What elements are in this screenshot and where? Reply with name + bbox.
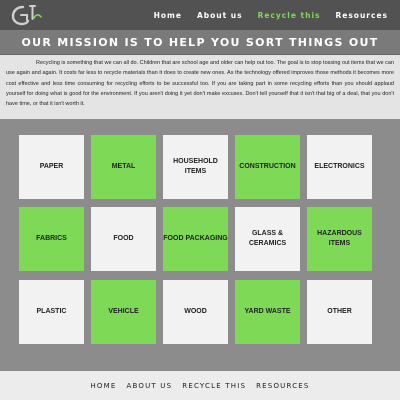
category-tile-metal[interactable]: METAL bbox=[91, 135, 156, 199]
category-label: HOUSEHOLD ITEMS bbox=[173, 158, 218, 175]
footer-about-link[interactable]: ABOUT US bbox=[127, 382, 173, 390]
category-tile-paper[interactable]: PAPER bbox=[19, 135, 84, 199]
mission-banner: OUR MISSION IS TO HELP YOU SORT THINGS O… bbox=[0, 30, 400, 55]
footer-home-link[interactable]: HOME bbox=[90, 382, 116, 390]
category-tile-construction[interactable]: CONSTRUCTION bbox=[235, 135, 300, 199]
category-tile-glass-ceramics[interactable]: GLASS & CERAMICS bbox=[235, 207, 300, 271]
category-label: VEHICLE bbox=[108, 308, 139, 315]
nav-recycle-link[interactable]: Recycle this bbox=[258, 11, 321, 20]
footer-nav: HOME ABOUT US RECYCLE THIS RESOURCES bbox=[0, 371, 400, 400]
footer-recycle-link[interactable]: RECYCLE THIS bbox=[182, 382, 246, 390]
category-tile-electronics[interactable]: ELECTRONICS bbox=[307, 135, 372, 199]
category-label: GLASS & CERAMICS bbox=[248, 230, 287, 247]
nav-home-link[interactable]: Home bbox=[154, 11, 182, 20]
category-label: PAPER bbox=[39, 163, 64, 170]
mission-intro: Recycling is something that we can all d… bbox=[0, 55, 400, 119]
category-label: HAZARDOUS ITEMS bbox=[317, 230, 362, 247]
category-tile-food[interactable]: FOOD bbox=[91, 207, 156, 271]
category-tile-hazardous-items[interactable]: HAZARDOUS ITEMS bbox=[307, 207, 372, 271]
category-label: WOOD bbox=[184, 308, 207, 315]
category-label: ELECTRONICS bbox=[314, 163, 365, 170]
category-label: PLASTIC bbox=[36, 308, 67, 315]
category-label: FABRICS bbox=[36, 235, 67, 242]
category-tile-fabrics[interactable]: FABRICS bbox=[19, 207, 84, 271]
category-label: CONSTRUCTION bbox=[239, 163, 296, 170]
footer-resources-link[interactable]: RESOURCES bbox=[256, 382, 309, 390]
category-label: YARD WASTE bbox=[244, 308, 291, 315]
main-nav: Home About us Recycle this Resources bbox=[154, 0, 388, 30]
category-tile-food-packaging[interactable]: FOOD PACKAGING bbox=[163, 207, 228, 271]
category-tile-household-items[interactable]: HOUSEHOLD ITEMS bbox=[163, 135, 228, 199]
category-tile-vehicle[interactable]: VEHICLE bbox=[91, 280, 156, 344]
category-label: FOOD PACKAGING bbox=[163, 235, 228, 242]
category-label: METAL bbox=[111, 163, 136, 170]
mission-title: OUR MISSION IS TO HELP YOU SORT THINGS O… bbox=[21, 35, 379, 49]
nav-about-link[interactable]: About us bbox=[197, 11, 243, 20]
mission-text: Recycling is something that we can all d… bbox=[6, 60, 394, 108]
site-logo[interactable] bbox=[10, 2, 44, 28]
category-tile-wood[interactable]: WOOD bbox=[163, 280, 228, 344]
nav-resources-link[interactable]: Resources bbox=[335, 11, 388, 20]
category-tile-plastic[interactable]: PLASTIC bbox=[19, 280, 84, 344]
category-tile-yard-waste[interactable]: YARD WASTE bbox=[235, 280, 300, 344]
category-tile-other[interactable]: OTHER bbox=[307, 280, 372, 344]
category-label: FOOD bbox=[113, 235, 134, 242]
site-header: Home About us Recycle this Resources bbox=[0, 0, 400, 30]
category-label: OTHER bbox=[327, 308, 352, 315]
